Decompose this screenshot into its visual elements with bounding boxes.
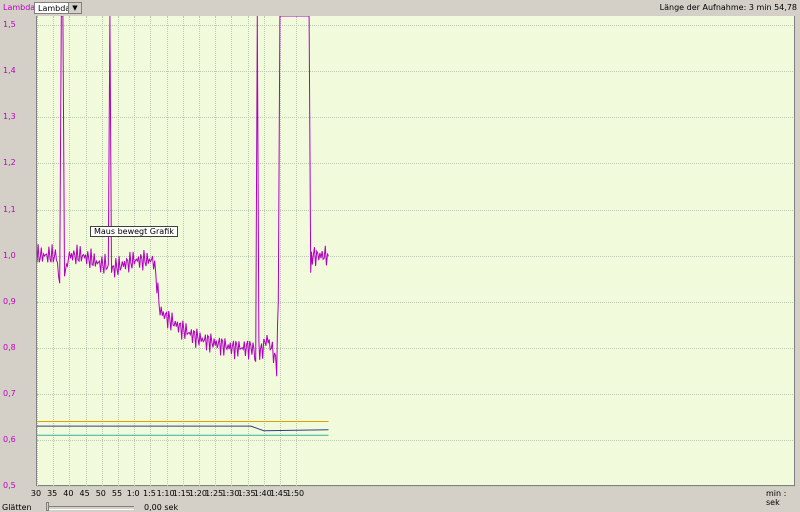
blue-series-line — [37, 425, 329, 432]
y-tick-label: 1,2 — [3, 158, 16, 168]
x-tick-label: 50 — [95, 489, 106, 498]
toolbar: Lambda Lambda ▼ Länge der Aufnahme: 3 mi… — [0, 0, 800, 16]
y-tick-label: 0,9 — [3, 296, 16, 306]
x-tick-label: 55 — [111, 489, 123, 498]
x-tick-label: 35 — [47, 489, 58, 498]
channel-select-value: Lambda — [38, 4, 71, 13]
x-tick-label: 30 — [30, 489, 42, 498]
recording-length: Länge der Aufnahme: 3 min 54,78 — [659, 3, 797, 12]
smoothing-slider-track[interactable] — [46, 506, 134, 510]
chart-svg — [37, 16, 329, 436]
y-tick-label: 0,6 — [3, 434, 16, 444]
lambda-chart[interactable] — [36, 16, 795, 487]
y-tick-label: 1,1 — [3, 204, 16, 214]
y-tick-label: 1,4 — [3, 66, 16, 76]
chevron-down-icon[interactable]: ▼ — [68, 3, 81, 13]
channel-label: Lambda — [3, 3, 36, 12]
x-tick-label: 1:0 — [126, 489, 140, 498]
channel-select[interactable]: Lambda ▼ — [34, 2, 82, 14]
y-tick-label: 1,5 — [3, 20, 16, 30]
x-tick-label: 1:50 — [286, 489, 305, 498]
smoothing-slider-thumb[interactable] — [46, 502, 49, 511]
x-axis-units: min : sek — [766, 489, 787, 507]
y-tick-label: 0,5 — [3, 481, 16, 490]
x-tick-label: 40 — [63, 489, 74, 498]
smoothing-label: Glätten — [2, 503, 32, 512]
x-tick-label: 1:5 — [142, 489, 156, 498]
vertical-scrollbar[interactable] — [794, 16, 800, 486]
y-tick-label: 0,8 — [3, 342, 16, 352]
smoothing-value: 0,00 sek — [144, 503, 179, 512]
h-gridline — [37, 486, 795, 487]
lambda-series-line — [37, 16, 329, 377]
y-tick-label: 1,3 — [3, 112, 16, 122]
y-tick-label: 0,7 — [3, 388, 16, 398]
y-tick-label: 1,0 — [3, 250, 16, 260]
x-tick-label: 45 — [79, 489, 90, 498]
tooltip: Maus bewegt Grafik — [90, 226, 178, 237]
